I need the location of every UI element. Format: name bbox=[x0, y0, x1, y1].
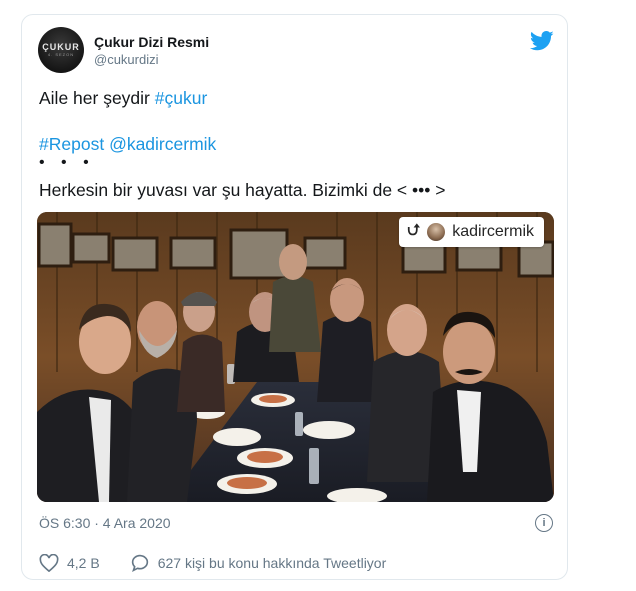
tweet-text: Aile her şeydir bbox=[39, 88, 155, 108]
tweet-photo[interactable]: ⮍ kadircermik bbox=[37, 212, 554, 502]
tweet-card[interactable]: ÇUKUR 4. SEZON Çukur Dizi Resmi @cukurdi… bbox=[21, 14, 568, 580]
author-name[interactable]: Çukur Dizi Resmi bbox=[94, 34, 209, 50]
author-handle[interactable]: @cukurdizi bbox=[94, 52, 159, 67]
tweet-text-line1: Aile her şeydir #çukur bbox=[39, 88, 207, 109]
hashtag-cukur-link[interactable]: #çukur bbox=[155, 88, 208, 108]
like-button[interactable]: 4,2 B bbox=[39, 554, 100, 572]
info-icon[interactable]: i bbox=[535, 514, 553, 532]
conversation-link[interactable]: 627 kişi bu konu hakkında Tweetliyor bbox=[130, 554, 387, 572]
like-count: 4,2 B bbox=[67, 555, 100, 571]
tweet-timestamp[interactable]: ÖS 6:30 · 4 Ara 2020 bbox=[39, 515, 171, 531]
author-avatar[interactable]: ÇUKUR 4. SEZON bbox=[38, 27, 84, 73]
group-photo-illustration bbox=[37, 212, 554, 502]
tweet-actions: 4,2 B 627 kişi bu konu hakkında Tweetliy… bbox=[39, 554, 416, 572]
repost-icon: ⮍ bbox=[407, 221, 421, 239]
repost-username: kadircermik bbox=[452, 223, 534, 240]
tweet-text-line4: Herkesin bir yuvası var şu hayatta. Bizi… bbox=[39, 180, 446, 200]
avatar-logo-text: ÇUKUR bbox=[42, 42, 80, 52]
avatar-logo-subtext: 4. SEZON bbox=[47, 52, 75, 57]
heart-icon bbox=[39, 554, 59, 572]
mention-kadircermik-link[interactable]: @kadircermik bbox=[109, 134, 216, 154]
repost-overlay-badge: ⮍ kadircermik bbox=[399, 217, 544, 247]
repost-avatar bbox=[427, 223, 446, 241]
tweet-text-line2: #Repost @kadircermik bbox=[39, 134, 216, 155]
speech-bubble-icon bbox=[131, 554, 148, 572]
tweet-dots: • • • bbox=[39, 154, 95, 171]
hashtag-repost-link[interactable]: #Repost bbox=[39, 134, 104, 154]
conversation-text: 627 kişi bu konu hakkında Tweetliyor bbox=[157, 555, 387, 571]
twitter-bird-icon[interactable] bbox=[530, 31, 554, 51]
